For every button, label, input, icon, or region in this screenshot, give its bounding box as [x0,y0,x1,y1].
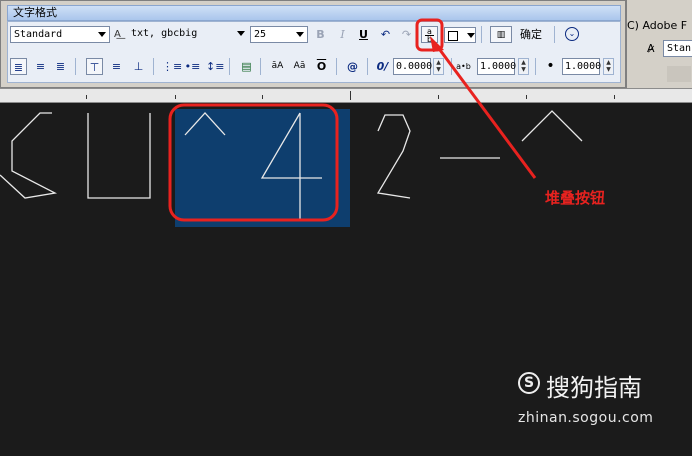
watermark-url: zhinan.sogou.com [518,410,654,426]
annotation-label: 堆叠按钮 [545,189,606,207]
watermark-text: 搜狗指南 [546,374,642,402]
sogou-logo-icon: S [518,372,540,394]
annotation-arrow-line [438,49,537,179]
